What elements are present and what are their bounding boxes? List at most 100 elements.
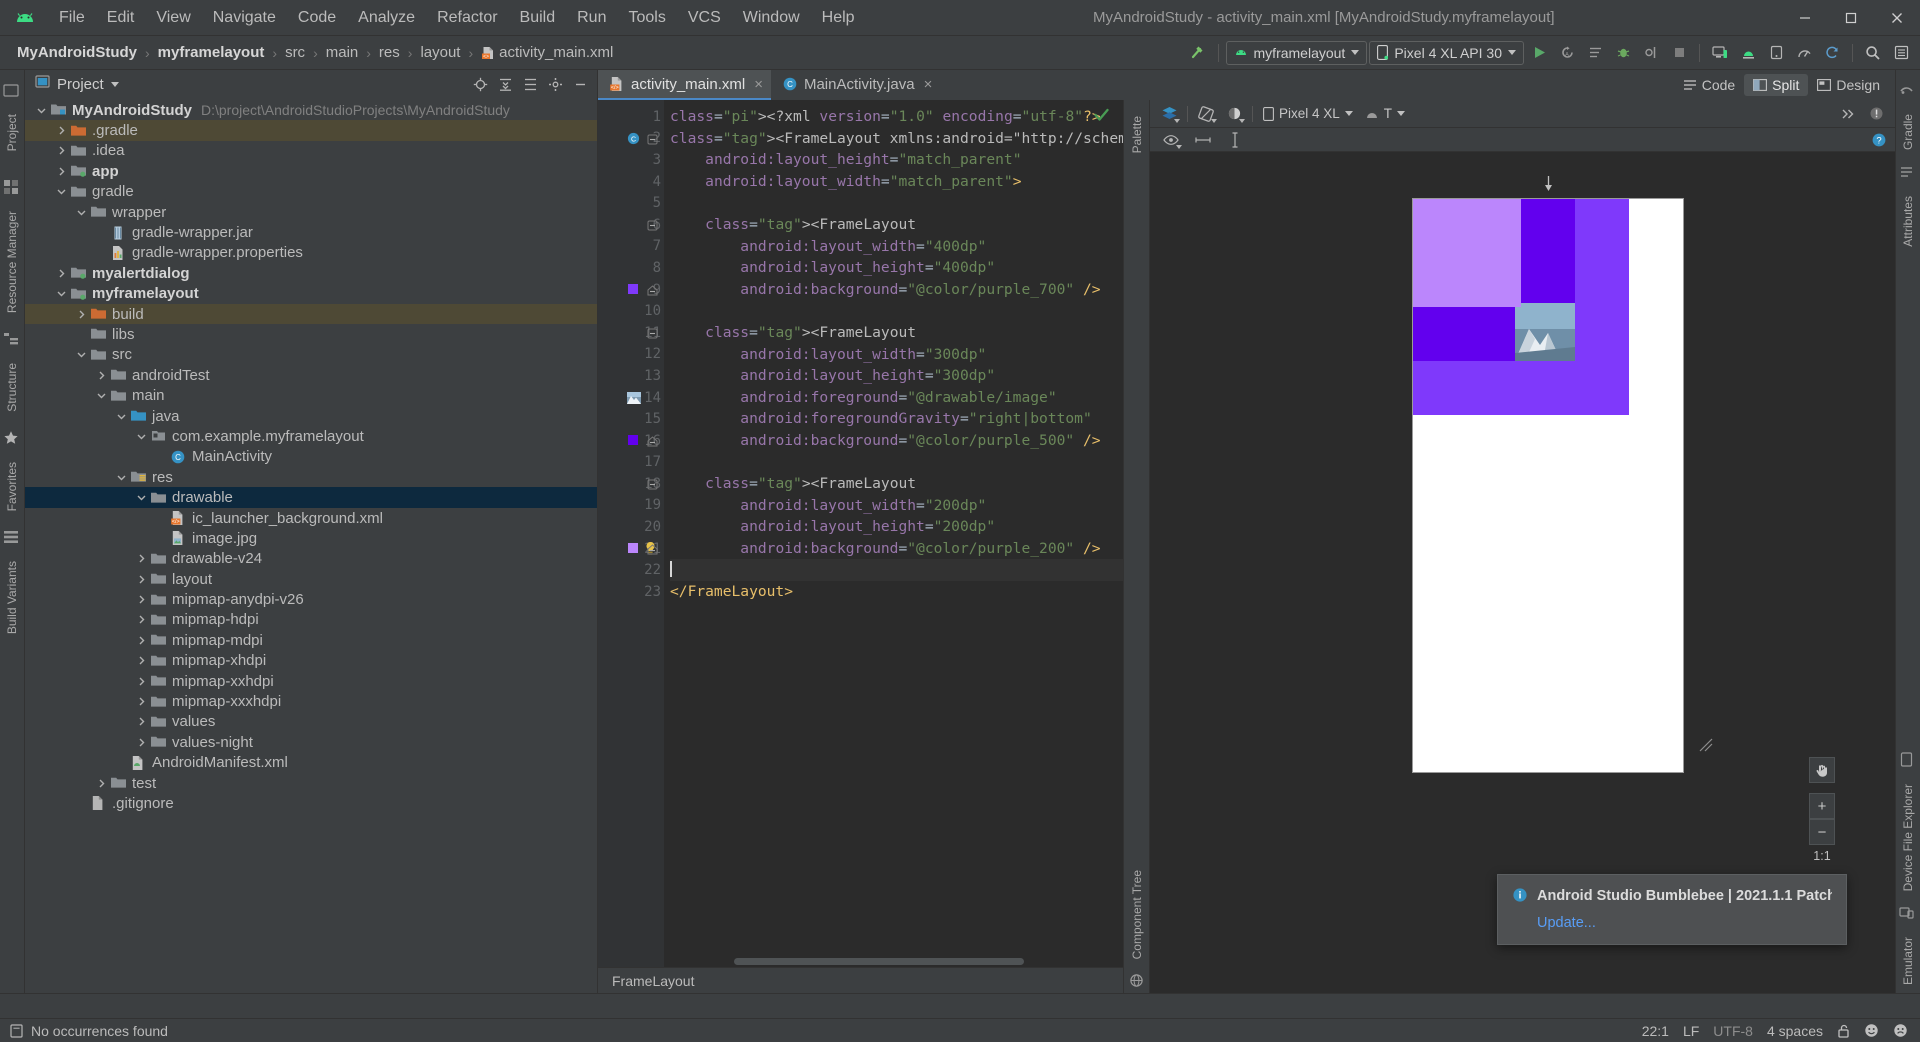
breadcrumb-item-4[interactable]: res — [376, 43, 403, 62]
tree-row[interactable]: gradle-wrapper.jar — [25, 222, 597, 242]
avd-manager-icon[interactable] — [1763, 40, 1789, 66]
gutter-line[interactable]: 21 — [598, 538, 664, 560]
fold-open-icon[interactable] — [647, 219, 658, 231]
right-rail-item-1[interactable]: Attributes — [1899, 158, 1917, 255]
tree-row[interactable]: mipmap-xxhdpi — [25, 671, 597, 691]
tree-row[interactable]: gradle-wrapper.properties — [25, 243, 597, 263]
chevron-right-icon[interactable] — [135, 736, 148, 749]
chevron-right-icon[interactable] — [55, 165, 68, 178]
theme-icon[interactable] — [1221, 102, 1247, 126]
chevron-down-icon[interactable] — [115, 471, 128, 484]
maximize-button[interactable] — [1828, 0, 1874, 35]
right-rail-item-3[interactable]: Emulator — [1899, 899, 1917, 993]
tree-row[interactable]: build — [25, 303, 597, 325]
project-panel-title[interactable]: Project — [57, 76, 104, 93]
chevron-right-icon[interactable] — [135, 593, 148, 606]
code-line[interactable] — [670, 192, 1123, 214]
chevron-right-icon[interactable] — [135, 573, 148, 586]
menu-item-navigate[interactable]: Navigate — [202, 5, 287, 31]
gutter-line[interactable]: 14 — [598, 387, 664, 409]
device-target-combo[interactable]: Pixel 4 XL API 30 — [1369, 40, 1524, 65]
gutter-line[interactable]: 6 — [598, 214, 664, 236]
tree-row[interactable]: values — [25, 712, 597, 732]
chevron-right-icon[interactable] — [55, 267, 68, 280]
gutter-line[interactable]: 11 — [598, 322, 664, 344]
chevron-right-icon[interactable] — [55, 124, 68, 137]
code-line[interactable]: class="tag"><FrameLayout — [670, 322, 1123, 344]
code-line[interactable]: android:background="@color/purple_700" /… — [670, 279, 1123, 301]
gradle-sync-icon[interactable] — [1819, 40, 1845, 66]
pan-hand-icon[interactable] — [1809, 757, 1835, 783]
project-tree[interactable]: MyAndroidStudy D:\project\AndroidStudioPr… — [25, 98, 597, 993]
indent-setting[interactable]: 4 spaces — [1767, 1023, 1823, 1039]
tree-row[interactable]: .gitignore — [25, 793, 597, 813]
design-surface-icon[interactable] — [1156, 102, 1182, 126]
breadcrumb-item-1[interactable]: myframelayout — [155, 43, 268, 62]
code-text[interactable]: class="pi"><?xml version="1.0" encoding=… — [664, 100, 1123, 967]
warning-icon[interactable] — [1863, 102, 1889, 126]
resize-grip-icon[interactable] — [1698, 737, 1714, 758]
tree-row[interactable]: java — [25, 406, 597, 426]
menu-item-build[interactable]: Build — [509, 5, 567, 31]
breadcrumb-item-5[interactable]: layout — [417, 43, 463, 62]
menu-item-file[interactable]: File — [48, 5, 96, 31]
code-line[interactable]: android:layout_height="match_parent" — [670, 149, 1123, 171]
stop-icon[interactable] — [1666, 40, 1692, 66]
tree-row-selected[interactable]: drawable — [25, 487, 597, 508]
render-globe-icon[interactable] — [1129, 967, 1144, 993]
menu-item-vcs[interactable]: VCS — [677, 5, 732, 31]
hide-panel-icon[interactable] — [569, 73, 591, 95]
fold-close-icon[interactable] — [647, 543, 658, 555]
menu-item-edit[interactable]: Edit — [96, 5, 146, 31]
scroll-from-source-icon[interactable] — [469, 73, 491, 95]
component-tree-tab[interactable]: Component Tree — [1128, 862, 1146, 967]
gutter-line[interactable]: 1 — [598, 106, 664, 128]
zoom-out-button[interactable]: − — [1809, 819, 1835, 845]
code-line[interactable] — [670, 452, 1123, 474]
gutter-line[interactable]: 20 — [598, 516, 664, 538]
chevron-right-icon[interactable] — [135, 552, 148, 565]
gutter-line[interactable]: 7 — [598, 236, 664, 258]
help-question-icon[interactable]: ? — [1869, 128, 1895, 152]
chevron-right-icon[interactable] — [95, 369, 108, 382]
menu-item-view[interactable]: View — [145, 5, 201, 31]
code-line[interactable]: android:background="@color/purple_500" /… — [670, 430, 1123, 452]
tree-row[interactable]: libs — [25, 324, 597, 344]
tree-row[interactable]: res — [25, 467, 597, 487]
build-hammer-icon[interactable] — [1185, 40, 1211, 66]
chevron-right-icon[interactable] — [95, 777, 108, 790]
fold-close-icon[interactable] — [647, 435, 658, 447]
code-line[interactable]: android:foreground="@drawable/image" — [670, 387, 1123, 409]
device-manager-icon[interactable] — [1707, 40, 1733, 66]
gutter-line[interactable]: 8 — [598, 257, 664, 279]
tree-row[interactable]: mipmap-xhdpi — [25, 651, 597, 671]
editor-gutter[interactable]: 1 C23 4 5 6 7 8 9 10 11 12 13 14 15 16 17 18 19 20 21 22 23 — [598, 100, 664, 967]
code-line[interactable]: class="tag"><FrameLayout — [670, 214, 1123, 236]
tree-row[interactable]: AndroidManifest.xml — [25, 753, 597, 773]
unlocked-padlock-icon[interactable] — [1837, 1024, 1850, 1038]
editor-mode-code[interactable]: Code — [1674, 74, 1744, 96]
design-canvas[interactable]: + − 1:1 — [1150, 152, 1895, 993]
line-separator[interactable]: LF — [1683, 1023, 1699, 1039]
menu-item-analyze[interactable]: Analyze — [347, 5, 426, 31]
color-swatch-icon[interactable] — [628, 434, 638, 445]
preview-device-combo[interactable]: Pixel 4 XL — [1258, 104, 1358, 123]
gutter-line[interactable]: 4 — [598, 171, 664, 193]
minimize-button[interactable] — [1782, 0, 1828, 35]
chevron-right-icon[interactable] — [135, 675, 148, 688]
tree-row[interactable]: </> ic_launcher_background.xml — [25, 508, 597, 528]
preview-locale-combo[interactable]: T — [1360, 104, 1410, 123]
class-marker-icon[interactable]: C — [627, 132, 640, 145]
left-rail-item-1[interactable]: Resource Manager — [3, 173, 21, 321]
code-line[interactable]: android:layout_width="400dp" — [670, 236, 1123, 258]
fold-close-icon[interactable] — [647, 284, 658, 296]
code-line[interactable]: android:layout_height="400dp" — [670, 257, 1123, 279]
editor-tab-1[interactable]: C MainActivity.java × — [771, 70, 940, 100]
fold-open-icon[interactable] — [647, 478, 658, 490]
gutter-line[interactable]: 5 — [598, 192, 664, 214]
zoom-level-label[interactable]: 1:1 — [1813, 849, 1830, 863]
breadcrumb-item-6[interactable]: <> activity_main.xml — [478, 43, 616, 62]
tree-row[interactable]: myalertdialog — [25, 263, 597, 283]
gutter-line[interactable]: 23 — [598, 581, 664, 603]
chevron-right-icon[interactable] — [135, 695, 148, 708]
